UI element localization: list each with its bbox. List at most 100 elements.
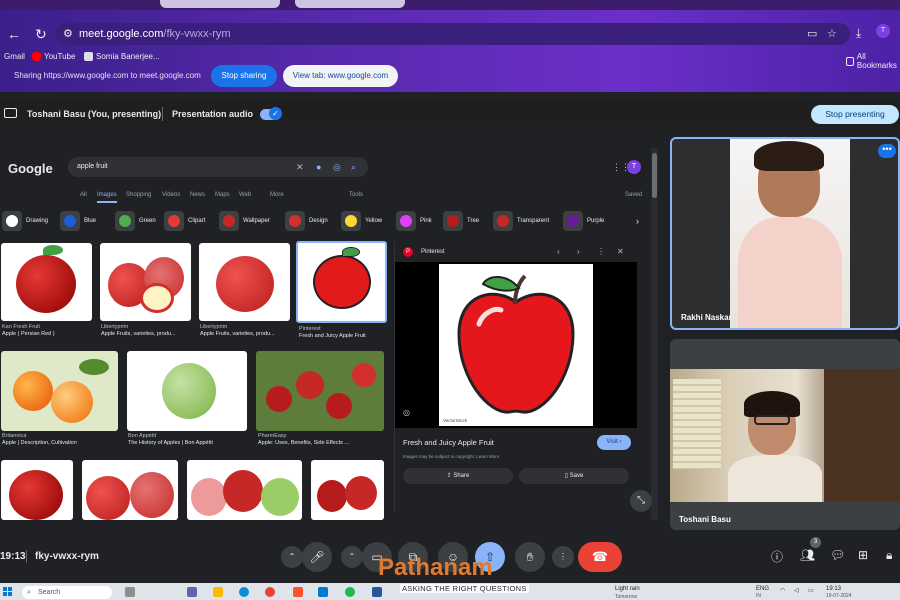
edge-icon[interactable] <box>239 587 249 597</box>
store-icon[interactable] <box>318 587 328 597</box>
tab-web[interactable]: Web <box>239 192 251 198</box>
tab-more[interactable]: More <box>270 192 284 198</box>
preview-image[interactable] <box>439 264 593 426</box>
previous-icon[interactable]: ‹ <box>557 247 560 256</box>
browser-tab[interactable] <box>160 0 280 8</box>
microphone-button[interactable]: 🎤︎ <box>302 542 332 572</box>
google-avatar[interactable]: T <box>627 160 641 174</box>
filter-chip[interactable]: Tree <box>443 210 479 232</box>
image-result[interactable] <box>1 351 118 431</box>
weather-label[interactable]: Light rain <box>615 586 640 592</box>
chat-icon[interactable]: 💬︎ <box>830 548 845 562</box>
image-result[interactable] <box>311 460 384 520</box>
filter-chip[interactable]: Pink <box>396 210 432 232</box>
clock-time[interactable]: 19:13 <box>826 586 841 592</box>
image-result[interactable] <box>187 460 302 520</box>
lens-search-icon[interactable]: ◎ <box>403 408 410 417</box>
mic-icon[interactable]: ● <box>316 157 321 177</box>
tools-button[interactable]: Tools <box>349 192 363 198</box>
result-caption[interactable]: Bon Appétit The History of Apples | Bon A… <box>128 433 223 447</box>
participant-tile[interactable]: Rakhi Naskar ••• <box>670 137 900 330</box>
brave-icon[interactable] <box>293 587 303 597</box>
bookmark-gmail[interactable]: Gmail <box>4 52 25 61</box>
image-result[interactable] <box>1 460 73 520</box>
result-caption[interactable]: Britannica Apple | Description, Cultivati… <box>2 433 97 447</box>
filter-chip[interactable]: Drawing <box>2 210 48 232</box>
teams-icon[interactable] <box>187 587 197 597</box>
image-result[interactable] <box>127 351 247 431</box>
preview-title[interactable]: Fresh and Juicy Apple Fruit <box>403 438 494 447</box>
browser-tab[interactable] <box>295 0 405 8</box>
file-explorer-icon[interactable] <box>213 587 223 597</box>
image-result-selected[interactable] <box>296 241 387 323</box>
tab-all[interactable]: All <box>80 192 87 198</box>
result-caption[interactable]: PharmEasy Apple: Uses, Benefits, Side Eff… <box>258 433 353 447</box>
preview-source[interactable]: Pinterest <box>421 249 445 255</box>
bookmark-star-icon[interactable]: ☆ <box>827 23 837 45</box>
address-bar[interactable]: ⚙ meet.google.com/fky-vwxx-rym ▭ ☆ <box>55 23 850 45</box>
filter-chip[interactable]: Yellow <box>341 210 382 232</box>
view-tab-button[interactable]: View tab: www.google.com <box>283 65 398 87</box>
filter-chip[interactable]: Design <box>285 210 328 232</box>
more-options-icon[interactable]: ⋮ <box>597 247 605 256</box>
tab-images[interactable]: Images <box>97 192 117 198</box>
next-icon[interactable]: › <box>577 247 580 256</box>
site-info-icon[interactable]: ⚙ <box>63 23 73 45</box>
end-call-button[interactable]: ☎ <box>578 542 622 572</box>
image-result[interactable] <box>100 243 191 321</box>
video-options-icon[interactable]: ⌃ <box>341 546 363 568</box>
image-result[interactable] <box>1 243 92 321</box>
filter-chip[interactable]: Wallpaper <box>219 210 270 232</box>
scrollbar-thumb[interactable] <box>652 153 657 198</box>
result-caption[interactable]: Pinterest Fresh and Juicy Apple Fruit <box>299 326 394 340</box>
more-options-icon[interactable]: ⋮ <box>552 546 574 568</box>
filter-chip[interactable]: Transparent <box>493 210 549 232</box>
tab-videos[interactable]: Videos <box>162 192 180 198</box>
activities-icon[interactable]: ⊞ <box>858 548 868 562</box>
reload-icon[interactable]: ↻ <box>35 26 47 43</box>
bookmark-youtube[interactable]: YouTube <box>32 52 75 61</box>
battery-icon[interactable]: ▭ <box>808 587 814 594</box>
google-logo[interactable]: Google <box>8 161 53 176</box>
visit-button[interactable]: Visit › <box>597 435 631 450</box>
chips-next-icon[interactable]: › <box>636 210 639 232</box>
wifi-icon[interactable]: ◠ <box>780 587 785 594</box>
stop-presenting-button[interactable]: Stop presenting <box>811 105 899 124</box>
presentation-audio-toggle[interactable] <box>260 107 282 120</box>
result-caption[interactable]: Libertyprim Apple Fruits, varieties, prod… <box>200 324 295 338</box>
result-caption[interactable]: Libertyprim Apple Fruits, varieties, prod… <box>101 324 196 338</box>
host-controls-icon[interactable]: 🔒︎ <box>886 548 892 563</box>
google-search-box[interactable]: apple fruit ✕ ● ◎ ⌕ <box>68 157 368 177</box>
profile-avatar[interactable]: T <box>876 24 890 38</box>
bookmark-somia[interactable]: Somia Banerjee... <box>84 52 160 61</box>
volume-icon[interactable]: ◁ <box>794 587 799 594</box>
taskbar-search[interactable]: ⌕ Search <box>22 586 112 599</box>
tab-maps[interactable]: Maps <box>215 192 230 198</box>
filter-chip[interactable]: Blue <box>60 210 96 232</box>
back-icon[interactable]: ← <box>7 26 21 42</box>
filter-chip[interactable]: Clipart <box>164 210 205 232</box>
lens-icon[interactable]: ◎ <box>333 157 341 177</box>
people-icon[interactable]: 👥︎ <box>800 548 815 562</box>
image-result[interactable] <box>199 243 290 321</box>
saved-button[interactable]: Saved <box>625 192 642 198</box>
filter-chip[interactable]: Green <box>115 210 156 232</box>
tab-news[interactable]: News <box>190 192 205 198</box>
tab-shopping[interactable]: Shopping <box>126 192 151 198</box>
stop-sharing-button[interactable]: Stop sharing <box>211 65 277 87</box>
language-label[interactable]: ENG <box>756 586 769 592</box>
more-options-button[interactable]: ••• <box>878 144 896 158</box>
search-icon[interactable]: ⌕ <box>351 157 356 177</box>
filter-chip[interactable]: Purple <box>563 210 604 232</box>
windows-start-icon[interactable] <box>3 587 13 597</box>
clear-icon[interactable]: ✕ <box>296 157 304 177</box>
camera-icon[interactable]: ▭ <box>807 23 817 45</box>
share-button[interactable]: ⇪ Share <box>403 468 513 484</box>
page-scrollbar[interactable] <box>651 148 658 520</box>
image-result[interactable] <box>256 351 384 431</box>
expand-view-icon[interactable]: ⤡ <box>630 490 652 512</box>
close-icon[interactable]: ✕ <box>617 247 624 256</box>
audio-options-icon[interactable]: ⌃ <box>281 546 303 568</box>
spotify-icon[interactable] <box>345 587 355 597</box>
download-icon[interactable]: ⤓ <box>856 26 861 41</box>
